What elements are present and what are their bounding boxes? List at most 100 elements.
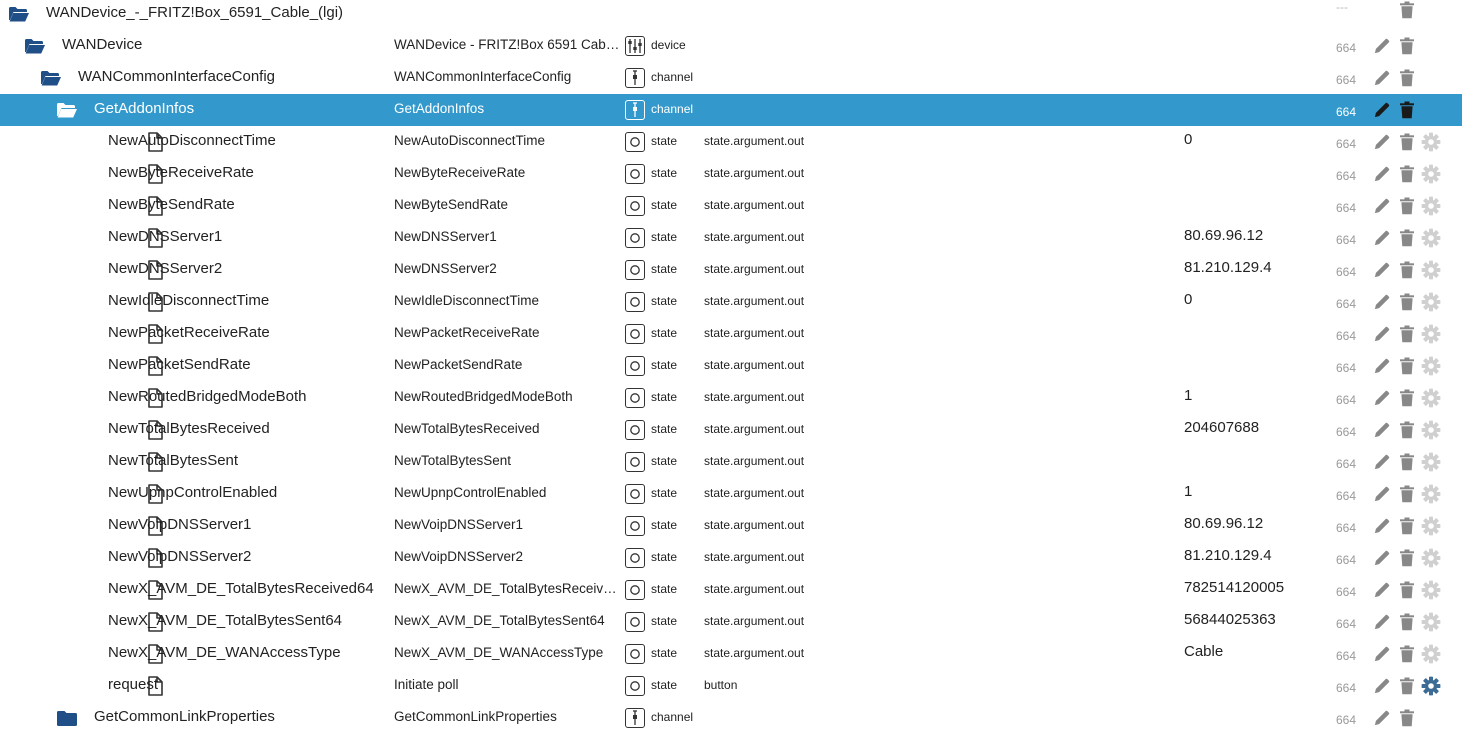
edit-icon[interactable] xyxy=(1372,420,1392,440)
folder-open-icon[interactable] xyxy=(24,36,46,56)
edit-icon[interactable] xyxy=(1372,580,1392,600)
tree-row-newtotalbytesreceived[interactable]: NewTotalBytesReceived NewTotalBytesRecei… xyxy=(0,414,1462,446)
object-value[interactable]: 1 xyxy=(1184,382,1192,414)
object-value[interactable]: 80.69.96.12 xyxy=(1184,222,1263,254)
trash-icon[interactable] xyxy=(1397,612,1417,632)
edit-icon[interactable] xyxy=(1372,452,1392,472)
trash-icon[interactable] xyxy=(1397,676,1417,696)
object-value[interactable]: 0 xyxy=(1184,286,1192,318)
trash-icon[interactable] xyxy=(1397,100,1417,120)
object-value[interactable]: 80.69.96.12 xyxy=(1184,510,1263,542)
state-icon xyxy=(625,164,645,184)
tree-row-newautodisconnecttime[interactable]: NewAutoDisconnectTime NewAutoDisconnectT… xyxy=(0,126,1462,158)
object-name: NewPacketReceiveRate xyxy=(394,325,540,340)
folder-open-icon[interactable] xyxy=(56,100,78,120)
edit-icon[interactable] xyxy=(1372,68,1392,88)
trash-icon[interactable] xyxy=(1397,164,1417,184)
tree-row-wancommoninterfaceconfig[interactable]: WANCommonInterfaceConfig WANCommonInterf… xyxy=(0,62,1462,94)
edit-icon[interactable] xyxy=(1372,484,1392,504)
tree-row-newx-avm-de-totalbytessent64[interactable]: NewX_AVM_DE_TotalBytesSent64 NewX_AVM_DE… xyxy=(0,606,1462,638)
edit-icon[interactable] xyxy=(1372,36,1392,56)
tree-row-getaddoninfos[interactable]: GetAddonInfos GetAddonInfos channel 664 xyxy=(0,94,1462,126)
tree-row-newdnsserver2[interactable]: NewDNSServer2 NewDNSServer2 state state.… xyxy=(0,254,1462,286)
trash-icon[interactable] xyxy=(1397,708,1417,728)
tree-row-newvoipdnsserver1[interactable]: NewVoipDNSServer1 NewVoipDNSServer1 stat… xyxy=(0,510,1462,542)
trash-icon[interactable] xyxy=(1397,324,1417,344)
trash-icon[interactable] xyxy=(1397,36,1417,56)
trash-icon[interactable] xyxy=(1397,516,1417,536)
edit-icon[interactable] xyxy=(1372,324,1392,344)
edit-icon[interactable] xyxy=(1372,612,1392,632)
object-value[interactable]: 0 xyxy=(1184,126,1192,158)
gear-icon xyxy=(1421,612,1441,632)
object-value[interactable]: 56844025363 xyxy=(1184,606,1276,638)
tree-row-newpacketreceiverate[interactable]: NewPacketReceiveRate NewPacketReceiveRat… xyxy=(0,318,1462,350)
trash-icon[interactable] xyxy=(1397,388,1417,408)
edit-icon[interactable] xyxy=(1372,292,1392,312)
gear-icon[interactable] xyxy=(1421,676,1441,696)
state-icon xyxy=(625,324,645,344)
tree-row-newx-avm-de-totalbytesreceived64[interactable]: NewX_AVM_DE_TotalBytesReceived64 NewX_AV… xyxy=(0,574,1462,606)
tree-row-newbytesendrate[interactable]: NewByteSendRate NewByteSendRate state st… xyxy=(0,190,1462,222)
edit-icon[interactable] xyxy=(1372,388,1392,408)
tree-row-newdnsserver1[interactable]: NewDNSServer1 NewDNSServer1 state state.… xyxy=(0,222,1462,254)
tree-row-newroutedbridgedmodeboth[interactable]: NewRoutedBridgedModeBoth NewRoutedBridge… xyxy=(0,382,1462,414)
object-value[interactable]: Cable xyxy=(1184,638,1223,670)
edit-icon[interactable] xyxy=(1372,164,1392,184)
edit-icon[interactable] xyxy=(1372,644,1392,664)
trash-icon[interactable] xyxy=(1397,260,1417,280)
folder-open-icon[interactable] xyxy=(40,68,62,88)
edit-icon[interactable] xyxy=(1372,228,1392,248)
object-value[interactable]: 81.210.129.4 xyxy=(1184,542,1272,574)
tree-row-newvoipdnsserver2[interactable]: NewVoipDNSServer2 NewVoipDNSServer2 stat… xyxy=(0,542,1462,574)
tree-row-wandevice[interactable]: WANDevice WANDevice - FRITZ!Box 6591 Cab… xyxy=(0,30,1462,62)
tree-row-newbytereceiverate[interactable]: NewByteReceiveRate NewByteReceiveRate st… xyxy=(0,158,1462,190)
object-value[interactable]: 1 xyxy=(1184,478,1192,510)
object-name: NewUpnpControlEnabled xyxy=(394,485,547,500)
trash-icon[interactable] xyxy=(1397,132,1417,152)
gear-icon xyxy=(1421,452,1441,472)
object-id: NewRoutedBridgedModeBoth xyxy=(108,388,307,405)
trash-icon[interactable] xyxy=(1397,580,1417,600)
tree-row-request[interactable]: request Initiate poll state button 664 xyxy=(0,670,1462,702)
edit-icon[interactable] xyxy=(1372,100,1392,120)
edit-icon[interactable] xyxy=(1372,708,1392,728)
folder-icon[interactable] xyxy=(56,708,78,728)
object-id: WANCommonInterfaceConfig xyxy=(78,68,276,85)
trash-icon[interactable] xyxy=(1397,228,1417,248)
trash-icon[interactable] xyxy=(1397,420,1417,440)
edit-icon[interactable] xyxy=(1372,132,1392,152)
trash-icon[interactable] xyxy=(1397,484,1417,504)
edit-icon[interactable] xyxy=(1372,260,1392,280)
tree-row-newpacketsendrate[interactable]: NewPacketSendRate NewPacketSendRate stat… xyxy=(0,350,1462,382)
object-value[interactable]: 81.210.129.4 xyxy=(1184,254,1272,286)
edit-icon[interactable] xyxy=(1372,548,1392,568)
edit-icon[interactable] xyxy=(1372,676,1392,696)
trash-icon[interactable] xyxy=(1397,548,1417,568)
folder-open-icon[interactable] xyxy=(8,4,30,24)
object-acl: 664 xyxy=(1336,681,1357,695)
trash-icon[interactable] xyxy=(1397,452,1417,472)
object-role: state.argument.out xyxy=(704,422,805,436)
edit-icon[interactable] xyxy=(1372,516,1392,536)
edit-icon[interactable] xyxy=(1372,196,1392,216)
trash-icon[interactable] xyxy=(1397,68,1417,88)
tree-row-getcommonlinkproperties[interactable]: GetCommonLinkProperties GetCommonLinkPro… xyxy=(0,702,1462,734)
object-type: state xyxy=(651,166,678,180)
object-id: NewPacketSendRate xyxy=(108,356,251,373)
trash-icon[interactable] xyxy=(1397,196,1417,216)
tree-row-newx-avm-de-wanaccesstype[interactable]: NewX_AVM_DE_WANAccessType NewX_AVM_DE_WA… xyxy=(0,638,1462,670)
trash-icon[interactable] xyxy=(1397,644,1417,664)
tree-row-newtotalbytessent[interactable]: NewTotalBytesSent NewTotalBytesSent stat… xyxy=(0,446,1462,478)
tree-row-newidledisconnecttime[interactable]: NewIdleDisconnectTime NewIdleDisconnectT… xyxy=(0,286,1462,318)
object-value[interactable]: 782514120005 xyxy=(1184,574,1284,606)
tree-row-wandevice-fritz-box-6591-cable-lgi-[interactable]: WANDevice_-_FRITZ!Box_6591_Cable_(lgi) -… xyxy=(0,0,1462,30)
edit-icon[interactable] xyxy=(1372,356,1392,376)
trash-icon[interactable] xyxy=(1397,0,1417,20)
tree-row-newupnpcontrolenabled[interactable]: NewUpnpControlEnabled NewUpnpControlEnab… xyxy=(0,478,1462,510)
object-id: NewTotalBytesReceived xyxy=(108,420,270,437)
trash-icon[interactable] xyxy=(1397,292,1417,312)
object-value[interactable]: 204607688 xyxy=(1184,414,1259,446)
object-acl: 664 xyxy=(1336,553,1357,567)
trash-icon[interactable] xyxy=(1397,356,1417,376)
